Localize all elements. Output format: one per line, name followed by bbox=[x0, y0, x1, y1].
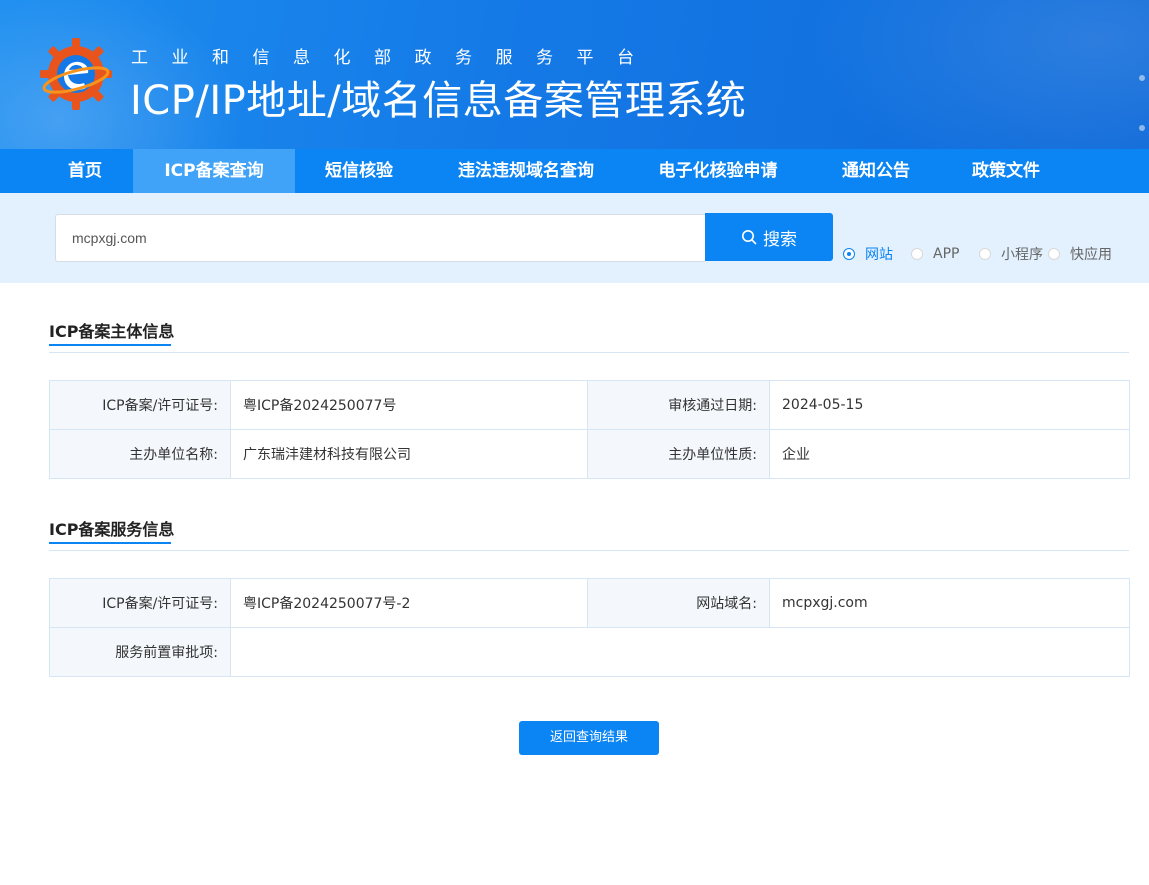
radio-label: 小程序 bbox=[1001, 247, 1043, 263]
field-value: 2024-05-15 bbox=[769, 380, 1130, 430]
section-underline bbox=[49, 542, 171, 544]
section-title-subject-info: ICP备案主体信息 bbox=[49, 322, 175, 341]
table-row: 服务前置审批项: bbox=[49, 627, 1130, 677]
table-row: ICP备案/许可证号: 粤ICP备2024250077号-2 网站域名: mcp… bbox=[49, 578, 1130, 628]
section-title-service-info: ICP备案服务信息 bbox=[49, 520, 175, 539]
field-value: 企业 bbox=[769, 429, 1130, 479]
field-label: 审核通过日期: bbox=[587, 380, 770, 430]
nav-illegal-domain-query[interactable]: 违法违规域名查询 bbox=[440, 149, 612, 193]
field-value: 粤ICP备2024250077号-2 bbox=[230, 578, 588, 628]
field-value: 广东瑞沣建材科技有限公司 bbox=[230, 429, 588, 479]
field-value: 粤ICP备2024250077号 bbox=[230, 380, 588, 430]
nav-sms-verify[interactable]: 短信核验 bbox=[308, 149, 410, 193]
nav-home[interactable]: 首页 bbox=[48, 149, 122, 193]
section-divider bbox=[49, 352, 1129, 353]
header-banner: 工业和信息化部政务服务平台 ICP/IP地址/域名信息备案管理系统 bbox=[0, 0, 1149, 149]
table-row: 主办单位名称: 广东瑞沣建材科技有限公司 主办单位性质: 企业 bbox=[49, 429, 1130, 479]
ministry-logo-icon bbox=[40, 38, 112, 110]
nav-e-verify-apply[interactable]: 电子化核验申请 bbox=[642, 149, 794, 193]
field-value: mcpxgj.com bbox=[769, 578, 1130, 628]
subject-info-table: ICP备案/许可证号: 粤ICP备2024250077号 审核通过日期: 202… bbox=[49, 380, 1130, 479]
radio-unchecked-icon bbox=[911, 248, 923, 260]
radio-app[interactable]: APP bbox=[911, 245, 959, 263]
system-title: ICP/IP地址/域名信息备案管理系统 bbox=[130, 78, 747, 124]
radio-checked-icon bbox=[843, 248, 855, 260]
field-value bbox=[230, 627, 1130, 677]
radio-quick-app[interactable]: 快应用 bbox=[1048, 245, 1112, 263]
search-button[interactable]: 搜索 bbox=[705, 213, 833, 261]
nav-notices[interactable]: 通知公告 bbox=[826, 149, 926, 193]
radio-mini-program[interactable]: 小程序 bbox=[979, 245, 1043, 263]
radio-label: 网站 bbox=[865, 247, 893, 263]
decor-dot bbox=[1139, 75, 1145, 81]
search-area: 搜索 网站 APP 小程序 快应用 bbox=[0, 193, 1149, 283]
section-underline bbox=[49, 344, 171, 346]
search-icon bbox=[742, 230, 757, 245]
radio-unchecked-icon bbox=[1048, 248, 1060, 260]
platform-subtitle: 工业和信息化部政务服务平台 bbox=[131, 48, 658, 68]
field-label: 主办单位性质: bbox=[587, 429, 770, 479]
back-to-results-button[interactable]: 返回查询结果 bbox=[519, 721, 659, 755]
field-label: 网站域名: bbox=[587, 578, 770, 628]
field-label: ICP备案/许可证号: bbox=[49, 578, 231, 628]
section-divider bbox=[49, 550, 1129, 551]
nav-icp-query[interactable]: ICP备案查询 bbox=[133, 149, 295, 193]
search-input[interactable] bbox=[55, 214, 705, 262]
field-label: ICP备案/许可证号: bbox=[49, 380, 231, 430]
field-label: 服务前置审批项: bbox=[49, 627, 231, 677]
nav-policy-docs[interactable]: 政策文件 bbox=[956, 149, 1056, 193]
radio-website[interactable]: 网站 bbox=[843, 245, 893, 263]
service-info-table: ICP备案/许可证号: 粤ICP备2024250077号-2 网站域名: mcp… bbox=[49, 578, 1130, 677]
radio-label: APP bbox=[933, 246, 960, 262]
search-button-label: 搜索 bbox=[763, 229, 797, 250]
field-label: 主办单位名称: bbox=[49, 429, 231, 479]
main-nav: 首页 ICP备案查询 短信核验 违法违规域名查询 电子化核验申请 通知公告 政策… bbox=[0, 149, 1149, 193]
decor-dot bbox=[1139, 125, 1145, 131]
table-row: ICP备案/许可证号: 粤ICP备2024250077号 审核通过日期: 202… bbox=[49, 380, 1130, 430]
radio-label: 快应用 bbox=[1070, 247, 1112, 263]
radio-unchecked-icon bbox=[979, 248, 991, 260]
